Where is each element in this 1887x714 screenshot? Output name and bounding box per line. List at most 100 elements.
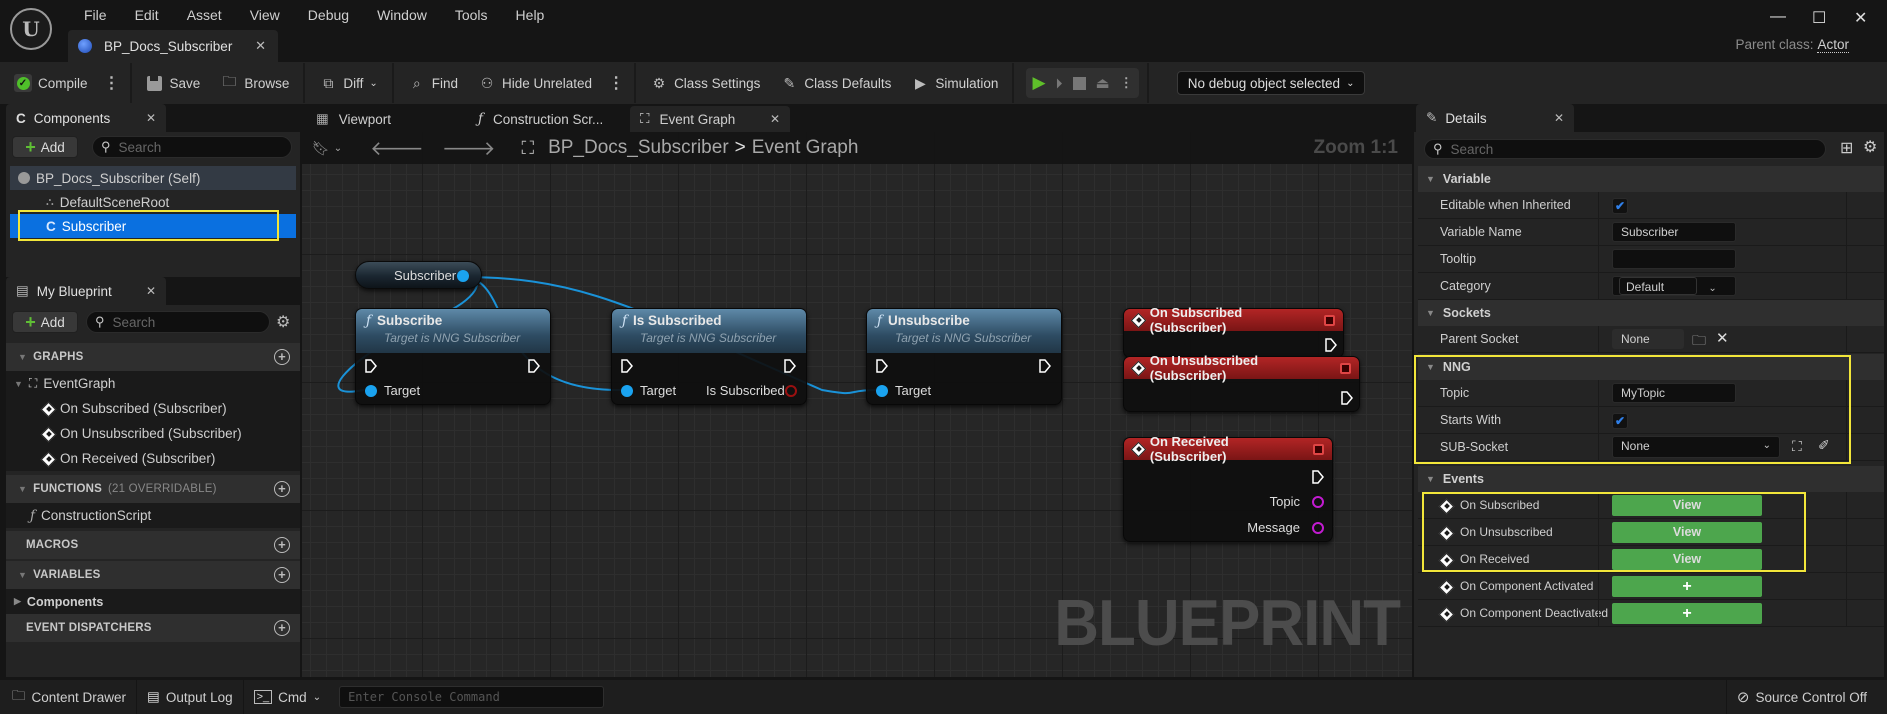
hide-unrelated-button[interactable]: ⚇ Hide Unrelated — [468, 68, 602, 98]
breadcrumb-root[interactable]: BP_Docs_Subscriber — [548, 137, 729, 159]
bookmark-icon[interactable]: 🔖︎ — [312, 140, 330, 157]
on-unsubscribed-event-node[interactable]: On Unsubscribed (Subscriber) — [1123, 353, 1360, 412]
subscriber-variable-node[interactable]: Subscriber — [355, 261, 482, 289]
menu-tools[interactable]: Tools — [441, 5, 502, 25]
events-section-header[interactable]: ▼ Events — [1418, 466, 1884, 492]
list-item-eventgraph[interactable]: ▼ ⛶ EventGraph — [6, 371, 300, 396]
minimize-button[interactable]: — — [1770, 8, 1786, 26]
variable-name-input[interactable]: Subscriber — [1612, 222, 1736, 242]
list-item-event[interactable]: On Unsubscribed (Subscriber) — [6, 421, 300, 446]
event-dispatchers-section-header[interactable]: EVENT DISPATCHERS + — [6, 614, 300, 642]
category-value[interactable]: Default — [1619, 277, 1697, 295]
target-pin-icon[interactable] — [365, 385, 377, 397]
tooltip-input[interactable] — [1612, 249, 1736, 269]
select-actor-icon[interactable]: ⛶ — [1792, 438, 1802, 455]
menu-help[interactable]: Help — [502, 5, 559, 25]
exec-out-pin-icon[interactable] — [784, 359, 796, 373]
chevron-down-icon[interactable]: ⌄ — [334, 143, 342, 154]
compile-options-icon[interactable]: ⋮ — [98, 73, 126, 93]
maximize-button[interactable]: ☐ — [1812, 8, 1826, 28]
menu-file[interactable]: File — [70, 5, 121, 25]
sockets-section-header[interactable]: ▼ Sockets — [1418, 300, 1884, 326]
topic-input[interactable]: MyTopic — [1612, 383, 1736, 403]
exec-in-pin-icon[interactable] — [621, 359, 633, 373]
menu-edit[interactable]: Edit — [121, 5, 173, 25]
list-item-components-group[interactable]: ▶ Components — [6, 589, 300, 614]
debug-object-dropdown[interactable]: No debug object selected ⌄ — [1176, 71, 1366, 95]
exec-in-pin-icon[interactable] — [876, 359, 888, 373]
list-item-event[interactable]: On Received (Subscriber) — [6, 446, 300, 471]
menu-view[interactable]: View — [236, 5, 294, 25]
nng-section-header[interactable]: ▼ NNG — [1418, 354, 1884, 380]
exec-out-pin-icon[interactable] — [1312, 470, 1324, 484]
delegate-pin-icon[interactable] — [1324, 314, 1335, 326]
exec-out-pin-icon[interactable] — [1039, 359, 1051, 373]
simulation-button[interactable]: ▶ Simulation — [901, 68, 1008, 98]
tab-event-graph[interactable]: ⛶ Event Graph ✕ — [630, 106, 790, 132]
output-log-button[interactable]: ▤ Output Log — [137, 680, 244, 714]
string-pin-icon[interactable] — [1312, 496, 1324, 508]
forward-arrow-icon[interactable]: 🡒 — [442, 136, 496, 161]
tree-item-subscriber[interactable]: C Subscriber — [10, 214, 296, 238]
parent-socket-value[interactable]: None — [1612, 329, 1684, 349]
add-graph-icon[interactable]: + — [274, 349, 290, 365]
diff-button[interactable]: ⧉ Diff ⌄ — [309, 68, 387, 98]
tree-item-self[interactable]: BP_Docs_Subscriber (Self) — [10, 166, 296, 190]
list-item-event[interactable]: On Subscribed (Subscriber) — [6, 396, 300, 421]
on-subscribed-event-node[interactable]: On Subscribed (Subscriber) — [1123, 305, 1344, 358]
add-event-button[interactable]: + — [1612, 603, 1762, 624]
close-tab-icon[interactable]: ✕ — [770, 112, 780, 126]
exec-out-pin-icon[interactable] — [1325, 338, 1337, 352]
view-event-button[interactable]: View — [1612, 495, 1762, 516]
close-tab-icon[interactable]: ✕ — [1554, 111, 1564, 125]
components-search-input[interactable]: ⚲ Search — [92, 136, 292, 158]
target-pin-icon[interactable] — [876, 385, 888, 397]
starts-with-checkbox[interactable]: ✔ — [1612, 413, 1628, 429]
editable-when-inherited-checkbox[interactable]: ✔ — [1612, 198, 1628, 214]
hide-unrelated-options-icon[interactable]: ⋮ — [602, 73, 630, 93]
functions-section-header[interactable]: ▼ FUNCTIONS (21 OVERRIDABLE) + — [6, 475, 300, 503]
save-button[interactable]: Save — [136, 68, 211, 98]
gear-icon[interactable]: ⚙ — [1863, 137, 1877, 157]
variable-section-header[interactable]: ▼ Variable — [1418, 166, 1884, 192]
browse-button[interactable]: 🗀 Browse — [210, 68, 299, 98]
target-pin-icon[interactable] — [621, 385, 633, 397]
graph-canvas[interactable]: Subscriber ƒ Subscribe Target is NNG Subs… — [302, 132, 1412, 677]
menu-asset[interactable]: Asset — [173, 5, 236, 25]
menu-window[interactable]: Window — [363, 5, 441, 25]
add-variable-icon[interactable]: + — [274, 567, 290, 583]
add-dispatcher-icon[interactable]: + — [274, 620, 290, 636]
exec-in-pin-icon[interactable] — [365, 359, 377, 373]
menu-debug[interactable]: Debug — [294, 5, 363, 25]
is-subscribed-node[interactable]: ƒ Is Subscribed Target is NNG Subscriber … — [611, 308, 807, 405]
class-defaults-button[interactable]: ✎ Class Defaults — [770, 68, 901, 98]
tab-viewport[interactable]: ▦ Viewport — [306, 106, 401, 132]
tree-item-defaultsceneroot[interactable]: ⛬ DefaultSceneRoot — [10, 190, 296, 214]
gear-icon[interactable]: ⚙ — [276, 312, 290, 332]
back-arrow-icon[interactable]: 🡐 — [370, 136, 424, 161]
stop-icon[interactable] — [1072, 76, 1086, 90]
play-icon[interactable]: ▶ — [1032, 73, 1045, 93]
view-event-button[interactable]: View — [1612, 522, 1762, 543]
add-component-button[interactable]: + Add — [12, 136, 78, 158]
details-tab[interactable]: ✎ Details ✕ — [1416, 104, 1574, 132]
compile-button[interactable]: ✓ Compile — [0, 68, 98, 98]
category-combo[interactable]: Default ⌄ — [1612, 276, 1736, 296]
list-item-function[interactable]: ƒ ConstructionScript — [6, 503, 300, 528]
object-pin-icon[interactable] — [457, 270, 469, 282]
variables-section-header[interactable]: ▼ VARIABLES + — [6, 561, 300, 589]
components-tab[interactable]: C Components ✕ — [6, 104, 166, 132]
tab-construction-script[interactable]: ƒ Construction Scr... — [468, 106, 613, 132]
close-tab-icon[interactable]: ✕ — [146, 284, 156, 298]
close-tab-icon[interactable]: ✕ — [255, 38, 266, 54]
sub-socket-dropdown[interactable]: None ⌄ — [1612, 436, 1780, 458]
macros-section-header[interactable]: MACROS + — [6, 531, 300, 559]
add-function-icon[interactable]: + — [274, 481, 290, 497]
chevron-down-icon[interactable]: ⌄ — [1708, 283, 1716, 294]
browse-socket-icon[interactable]: 🗀 — [1692, 330, 1706, 354]
details-search-input[interactable]: ⚲ Search — [1424, 139, 1826, 159]
view-event-button[interactable]: View — [1612, 549, 1762, 570]
find-button[interactable]: ⌕ Find — [398, 68, 468, 98]
eyedropper-icon[interactable]: ✐ — [1818, 437, 1830, 454]
my-blueprint-tab[interactable]: ▤ My Blueprint ✕ — [6, 277, 166, 305]
